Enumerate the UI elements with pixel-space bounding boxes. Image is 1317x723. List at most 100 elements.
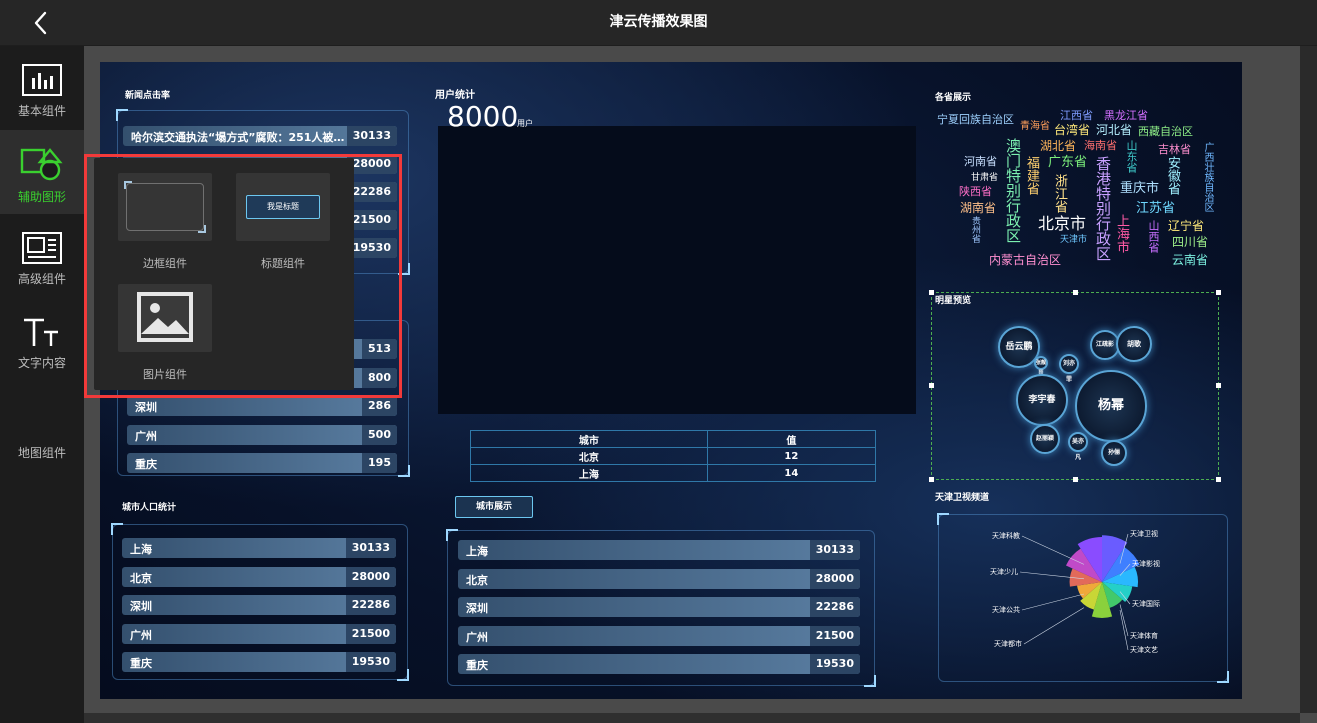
resize-handle[interactable] <box>1216 477 1221 482</box>
list-item: 深圳 22286 <box>458 597 860 617</box>
resize-handle[interactable] <box>1073 477 1078 482</box>
sidebar-item-label: 文字内容 <box>17 356 66 370</box>
list-item-value: 21500 <box>345 623 396 644</box>
table-header-value: 值 <box>706 430 877 448</box>
word-cloud-word: 甘肃省 <box>971 173 999 183</box>
resize-handle[interactable] <box>1073 290 1078 295</box>
word-cloud-word: 内蒙古自治区 <box>989 253 1062 267</box>
user-stats-title: 用户统计 <box>435 90 475 101</box>
list-item: 广州 21500 <box>458 625 860 646</box>
list-item-name: 北京 <box>466 573 488 587</box>
word-cloud-word: 辽宁省 <box>1168 219 1205 233</box>
bar-chart-icon <box>22 64 62 96</box>
rose-leader-line <box>1119 609 1129 651</box>
rose-label: 天津影视 <box>1132 559 1160 568</box>
rose-label: 天津体育 <box>1130 631 1158 640</box>
list-item-value: 19530 <box>345 652 396 672</box>
word-cloud-word: 宁夏回族自治区 <box>937 113 1014 126</box>
table-cell: 14 <box>706 464 877 482</box>
list-item-value: 286 <box>362 396 397 416</box>
highlight-box <box>84 154 402 398</box>
shapes-icon <box>20 148 63 181</box>
tv-rose-chart: 天津科教 天津卫视天津少儿 天津影视天津公共 天津国际天津都市 天津体育天津文艺 <box>990 529 1160 654</box>
list-item-name: 广州 <box>135 429 157 443</box>
list-item-value: 28000 <box>809 568 860 589</box>
word-cloud-word: 上海市 <box>1114 214 1129 253</box>
table-header-row: 城市 值 <box>470 430 877 448</box>
list-item: 重庆 19530 <box>122 652 396 672</box>
word-cloud-word: 江西省 <box>1060 109 1093 122</box>
word-cloud-word: 福建省 <box>1024 156 1039 195</box>
star-bubble: 李宇春 <box>1016 374 1068 426</box>
rose-label: 天津少儿 <box>990 568 1018 576</box>
list-item: 北京 28000 <box>458 568 860 589</box>
table-row: 北京 12 <box>470 447 877 465</box>
layout-icon <box>22 232 62 264</box>
word-cloud-word: 山西省 <box>1147 220 1160 253</box>
word-cloud-word: 河北省 <box>1096 123 1133 137</box>
resize-handle[interactable] <box>929 290 934 295</box>
word-cloud-word: 吉林省 <box>1158 143 1191 156</box>
list-item: 上海 30133 <box>122 538 396 558</box>
list-item-value: 22286 <box>809 597 860 617</box>
resize-handle[interactable] <box>1216 290 1221 295</box>
list-item-value: 500 <box>362 424 397 445</box>
list-item-name: 广州 <box>466 630 488 644</box>
list-item-name: 上海 <box>130 543 152 556</box>
sidebar-item-text[interactable]: 文字内容 <box>0 298 84 382</box>
list-item: 广州 21500 <box>122 623 396 644</box>
word-cloud-word: 北京市 <box>1038 214 1087 233</box>
star-bubble: 杨幂 <box>1075 370 1147 442</box>
top-bar: 津云传播效果图 <box>0 0 1317 46</box>
sidebar-item-basic[interactable]: 基本组件 <box>0 46 84 130</box>
word-cloud-word: 安徽省 <box>1165 156 1180 195</box>
word-cloud-word: 陕西省 <box>959 185 992 198</box>
user-chart-area <box>438 126 916 414</box>
list-item-name: 重庆 <box>130 657 152 670</box>
list-item-name: 深圳 <box>135 401 157 414</box>
resize-handle[interactable] <box>929 477 934 482</box>
rose-leader-line <box>1021 535 1085 565</box>
list-item-value: 30133 <box>345 538 396 558</box>
table-row: 上海 14 <box>470 464 877 482</box>
list-item: 深圳 22286 <box>122 595 396 615</box>
list-item-value: 28000 <box>345 566 396 587</box>
resize-handle[interactable] <box>1216 383 1221 388</box>
list-item: 深圳 286 <box>127 396 397 416</box>
word-cloud-word: 山东省 <box>1125 140 1138 173</box>
sidebar-item-advanced[interactable]: 高级组件 <box>0 214 84 298</box>
rose-label: 天津文艺 <box>1130 645 1158 654</box>
sidebar-item-label: 辅助图形 <box>17 190 66 204</box>
word-cloud-word: 天津市 <box>1060 235 1088 245</box>
word-cloud-word: 澳门特别行政区 <box>1004 138 1022 243</box>
list-item-value: 30133 <box>809 540 860 560</box>
sidebar-item-map[interactable]: 地图组件 <box>0 406 84 466</box>
star-bubble: 胡歌 <box>1116 326 1152 362</box>
list-item-name: 重庆 <box>466 659 488 672</box>
sidebar-item-shapes[interactable]: 辅助图形 <box>0 130 84 214</box>
list-item: 上海 30133 <box>458 540 860 560</box>
province-word-cloud: 宁夏回族自治区 青海省 江西省 黑龙江省 台湾省 河北省 西藏自治区 湖北省 海南省 山东省 吉林省… <box>932 104 1222 274</box>
rose-leader-line <box>1021 593 1085 611</box>
word-cloud-word: 云南省 <box>1172 253 1209 267</box>
city-show-title-badge[interactable]: 城市展示 <box>455 496 533 518</box>
star-bubble: 张靓颖 <box>1034 356 1048 376</box>
list-item-value: 21500 <box>809 625 860 646</box>
rose-label: 天津国际 <box>1132 599 1160 608</box>
star-bubble: 刘亦菲 <box>1059 354 1079 383</box>
list-item: 重庆 19530 <box>458 654 860 674</box>
word-cloud-word: 西藏自治区 <box>1138 125 1193 138</box>
list-item-value: 195 <box>362 453 397 473</box>
bottom-scroll-strip[interactable] <box>84 713 1300 723</box>
user-count: 8000 <box>447 100 519 133</box>
table-cell: 北京 <box>470 447 708 465</box>
sidebar-item-label: 地图组件 <box>17 446 66 460</box>
city-value-table: 城市 值 北京 12 上海 14 <box>470 430 877 482</box>
word-cloud-word: 贵州省 <box>970 216 980 243</box>
table-cell: 上海 <box>470 464 708 482</box>
right-scroll-strip[interactable] <box>1300 46 1317 713</box>
resize-handle[interactable] <box>929 383 934 388</box>
list-item-value: 19530 <box>809 654 860 674</box>
star-bubble: 赵丽颖 <box>1030 424 1060 454</box>
list-item-value: 22286 <box>345 595 396 615</box>
